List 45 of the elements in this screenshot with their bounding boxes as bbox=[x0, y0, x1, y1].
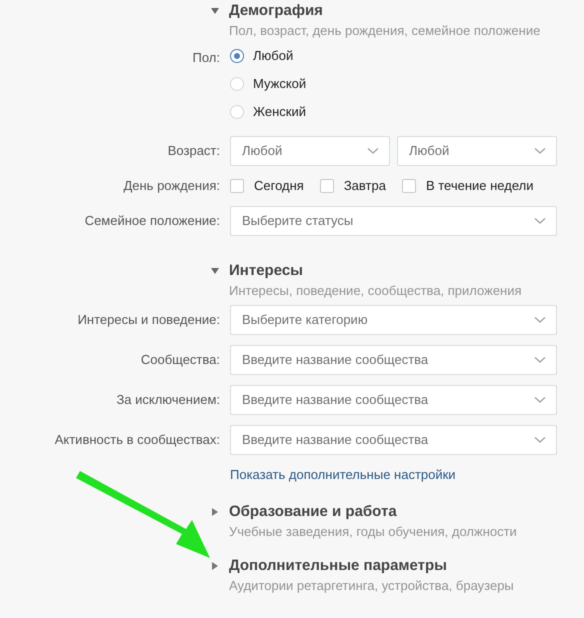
checkbox-option[interactable]: В течение недели bbox=[402, 176, 534, 196]
dropdown-select[interactable]: Выберите статусы bbox=[230, 206, 557, 236]
expanded-triangle-icon[interactable] bbox=[211, 7, 219, 15]
dropdown-select[interactable]: Любой bbox=[230, 136, 390, 166]
field-label: День рождения: bbox=[122, 177, 220, 196]
chevron-down-icon bbox=[534, 217, 546, 225]
radio-option[interactable]: Любой bbox=[230, 42, 306, 70]
field-label: Сообщества: bbox=[140, 351, 220, 370]
radio-option[interactable]: Женский bbox=[230, 98, 306, 126]
field-label: За исключением: bbox=[115, 391, 220, 410]
dropdown-select[interactable]: Любой bbox=[397, 136, 557, 166]
section-subtitle: Аудитории ретаргетинга, устройства, браузеры bbox=[229, 578, 514, 592]
checkbox-option[interactable]: Сегодня bbox=[230, 176, 304, 196]
section-subtitle: Пол, возраст, день рождения, семейное положение bbox=[229, 23, 540, 38]
dropdown-select[interactable]: Выберите категорию bbox=[230, 305, 557, 335]
expanded-triangle-icon[interactable] bbox=[211, 267, 219, 275]
dropdown-select[interactable]: Введите название сообщества bbox=[230, 385, 557, 415]
show-more-link[interactable]: Показать дополнительные настройки bbox=[230, 465, 456, 484]
chevron-down-icon bbox=[534, 316, 546, 324]
collapsed-triangle-icon[interactable] bbox=[211, 508, 219, 516]
checkbox[interactable] bbox=[230, 179, 244, 193]
section-subtitle: Учебные заведения, годы обучения, должности bbox=[229, 524, 517, 538]
radio-button[interactable] bbox=[230, 49, 244, 63]
radio-option[interactable]: Мужской bbox=[230, 70, 306, 98]
checkbox-option[interactable]: Завтра bbox=[320, 176, 386, 196]
section-title[interactable]: Интересы bbox=[229, 262, 303, 280]
checkbox[interactable] bbox=[320, 179, 334, 193]
field-label: Активность в сообществах: bbox=[54, 431, 220, 450]
field-label: Возраст: bbox=[166, 142, 220, 160]
field-label: Пол: bbox=[192, 49, 220, 67]
checkbox[interactable] bbox=[402, 179, 416, 193]
section-title[interactable]: Дополнительные параметры bbox=[229, 556, 447, 574]
chevron-down-icon bbox=[534, 356, 546, 364]
field-label: Семейное положение: bbox=[84, 212, 220, 230]
chevron-down-icon bbox=[534, 396, 546, 404]
chevron-down-icon bbox=[534, 147, 546, 155]
dropdown-select[interactable]: Введите название сообщества bbox=[230, 345, 557, 375]
chevron-down-icon bbox=[367, 147, 379, 155]
section-subtitle: Интересы, поведение, сообщества, приложения bbox=[229, 283, 522, 298]
section-title[interactable]: Образование и работа bbox=[229, 502, 397, 520]
section-title[interactable]: Демография bbox=[229, 2, 323, 20]
field-label: Интересы и поведение: bbox=[76, 311, 220, 330]
chevron-down-icon bbox=[534, 436, 546, 444]
dropdown-select[interactable]: Введите название сообщества bbox=[230, 425, 557, 455]
collapsed-triangle-icon[interactable] bbox=[211, 562, 219, 570]
